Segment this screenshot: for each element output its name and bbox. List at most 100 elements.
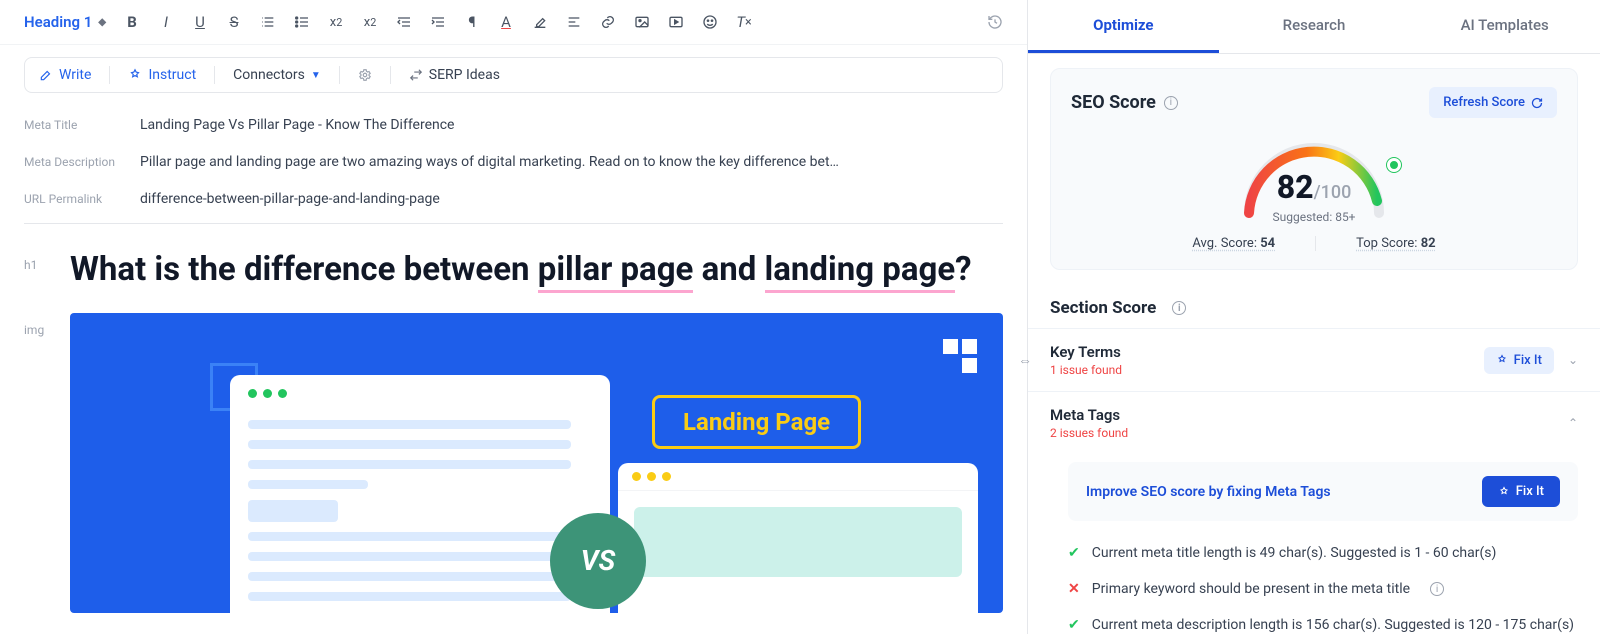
key-terms-section[interactable]: Key Terms 1 issue found Fix It ⌄ [1028, 328, 1600, 391]
meta-url-value: difference-between-pillar-page-and-landi… [140, 191, 440, 207]
write-label: Write [59, 67, 91, 83]
landing-page-label: Landing Page [652, 395, 861, 449]
settings-button[interactable] [358, 68, 372, 82]
check-text: Primary keyword should be present in the… [1092, 581, 1410, 597]
meta-block: Meta Title Landing Page Vs Pillar Page -… [0, 93, 1027, 230]
subscript-button[interactable]: x2 [322, 8, 350, 36]
improve-text: Improve SEO score by fixing Meta Tags [1086, 484, 1331, 500]
key-terms-title: Key Terms [1050, 343, 1122, 361]
align-button[interactable] [560, 8, 588, 36]
ai-toolbar: Write Instruct Connectors ▼ SERP Ideas [24, 57, 1003, 93]
separator [109, 66, 110, 84]
editor-pane: Heading 1 ◆ B I U S x2 x2 ¶ A T× Write I… [0, 0, 1028, 634]
separator [390, 66, 391, 84]
write-button[interactable]: Write [39, 67, 91, 83]
instruct-label: Instruct [148, 67, 196, 83]
hero-image[interactable]: Landing Page VS [70, 313, 1003, 613]
page-heading[interactable]: What is the difference between pillar pa… [70, 248, 972, 293]
meta-title-value: Landing Page Vs Pillar Page - Know The D… [140, 117, 454, 133]
h1-highlight-landing: landing page [765, 250, 956, 293]
score-gauge: 82/100 Suggested: 85+ [1229, 128, 1399, 218]
meta-desc-label: Meta Description [24, 155, 140, 169]
tab-templates[interactable]: AI Templates [1409, 0, 1600, 53]
indent-button[interactable] [424, 8, 452, 36]
check-item: ✔ Current meta description length is 156… [1068, 607, 1578, 634]
italic-button[interactable]: I [152, 8, 180, 36]
image-button[interactable] [628, 8, 656, 36]
format-toolbar: Heading 1 ◆ B I U S x2 x2 ¶ A T× [0, 0, 1027, 45]
check-ok-icon: ✔ [1068, 617, 1080, 633]
paragraph-button[interactable]: ¶ [458, 8, 486, 36]
meta-desc-value: Pillar page and landing page are two ama… [140, 154, 839, 170]
strikethrough-button[interactable]: S [220, 8, 248, 36]
check-item: ✕ Primary keyword should be present in t… [1068, 571, 1578, 607]
key-terms-fix-button[interactable]: Fix It [1484, 347, 1554, 374]
unordered-list-button[interactable] [288, 8, 316, 36]
highlight-button[interactable] [526, 8, 554, 36]
meta-checks-list: ✔ Current meta title length is 49 char(s… [1028, 535, 1600, 634]
link-button[interactable] [594, 8, 622, 36]
meta-fix-button[interactable]: Fix It [1482, 476, 1560, 507]
check-ok-icon: ✔ [1068, 545, 1080, 561]
chevron-up-icon[interactable]: ⌃ [1568, 416, 1578, 430]
separator [339, 66, 340, 84]
meta-url-label: URL Permalink [24, 192, 140, 206]
ordered-list-button[interactable] [254, 8, 282, 36]
h1-text-part: ? [955, 250, 971, 289]
h1-text-part: What is the difference between [70, 250, 538, 289]
score-suggested: Suggested: 85+ [1229, 210, 1399, 224]
meta-title-label: Meta Title [24, 118, 140, 132]
chevron-down-icon[interactable]: ⌄ [1568, 353, 1578, 367]
clear-format-button[interactable]: T× [730, 8, 758, 36]
tab-optimize[interactable]: Optimize [1028, 0, 1219, 53]
fix-label: Fix It [1514, 353, 1542, 368]
connectors-label: Connectors [233, 67, 305, 83]
info-icon[interactable]: i [1430, 582, 1444, 596]
section-score-label: Section Score [1050, 298, 1156, 318]
meta-tags-section[interactable]: Meta Tags 2 issues found ⌃ [1028, 391, 1600, 454]
meta-desc-row[interactable]: Meta Description Pillar page and landing… [24, 144, 1003, 181]
fix-label: Fix It [1516, 484, 1544, 499]
heading-select[interactable]: Heading 1 ◆ [18, 9, 112, 35]
meta-tags-title: Meta Tags [1050, 406, 1128, 424]
check-item: ✔ Current meta title length is 49 char(s… [1068, 535, 1578, 571]
heading-select-label: Heading 1 [24, 13, 92, 31]
video-button[interactable] [662, 8, 690, 36]
connectors-dropdown[interactable]: Connectors ▼ [233, 67, 321, 83]
improve-meta-box: Improve SEO score by fixing Meta Tags Fi… [1068, 462, 1578, 521]
superscript-button[interactable]: x2 [356, 8, 384, 36]
vs-badge: VS [550, 513, 646, 609]
refresh-score-button[interactable]: Refresh Score [1429, 87, 1557, 118]
bold-button[interactable]: B [118, 8, 146, 36]
info-icon[interactable]: i [1172, 301, 1186, 315]
info-icon[interactable]: i [1164, 96, 1178, 110]
meta-title-row[interactable]: Meta Title Landing Page Vs Pillar Page -… [24, 107, 1003, 144]
caret-icon: ◆ [98, 17, 106, 28]
check-text: Current meta title length is 49 char(s).… [1092, 545, 1497, 561]
underline-button[interactable]: U [186, 8, 214, 36]
resize-handle-icon[interactable]: ⇔ [1018, 352, 1032, 369]
caret-down-icon: ▼ [311, 70, 321, 81]
separator [214, 66, 215, 84]
meta-tags-issues: 2 issues found [1050, 426, 1128, 440]
h1-row: h1 What is the difference between pillar… [24, 248, 1003, 293]
key-terms-issues: 1 issue found [1050, 363, 1122, 377]
instruct-button[interactable]: Instruct [128, 67, 196, 83]
side-panel: Optimize Research AI Templates SEO Score… [1028, 0, 1600, 634]
score-value: 82 [1277, 168, 1314, 206]
content-area[interactable]: h1 What is the difference between pillar… [0, 230, 1027, 613]
history-button[interactable] [981, 8, 1009, 36]
landing-page-card [618, 463, 978, 613]
check-text: Current meta description length is 156 c… [1092, 617, 1574, 633]
tab-research[interactable]: Research [1219, 0, 1410, 53]
seo-score-card: SEO Score i Refresh Score [1050, 68, 1578, 270]
brand-logo-icon [943, 339, 977, 377]
meta-url-row[interactable]: URL Permalink difference-between-pillar-… [24, 181, 1003, 224]
emoji-button[interactable] [696, 8, 724, 36]
serp-ideas-button[interactable]: SERP Ideas [409, 67, 500, 83]
h1-gutter: h1 [24, 248, 48, 293]
outdent-button[interactable] [390, 8, 418, 36]
check-fail-icon: ✕ [1068, 581, 1080, 597]
text-color-button[interactable]: A [492, 8, 520, 36]
img-gutter: img [24, 313, 48, 613]
